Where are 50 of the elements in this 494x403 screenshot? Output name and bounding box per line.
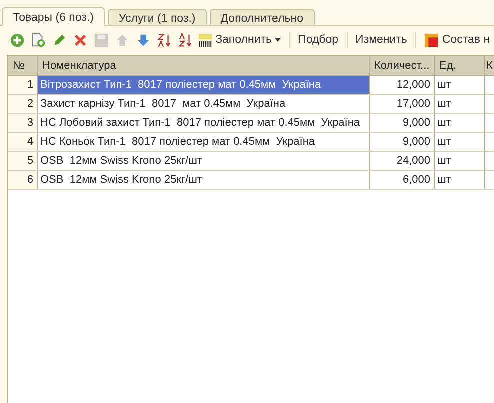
table-cell[interactable]: 24,000 xyxy=(369,152,434,170)
row-number: 3 xyxy=(8,114,37,132)
tab[interactable]: Дополнительно xyxy=(210,9,315,25)
tab[interactable]: Товары (6 поз.) xyxy=(2,7,105,26)
column-header[interactable]: К xyxy=(484,56,494,76)
table-cell[interactable]: НС Коньок Тип-1 8017 поліестер мат 0.45мм Україна xyxy=(37,132,369,152)
column-header[interactable]: № xyxy=(8,56,37,76)
table-cell[interactable]: шт xyxy=(434,170,484,190)
add-document-icon xyxy=(30,32,46,48)
table-cell[interactable]: шт xyxy=(434,152,484,170)
toolbar-button[interactable] xyxy=(30,32,47,48)
row-number: 6 xyxy=(8,170,37,190)
table-cell[interactable]: шт xyxy=(434,114,484,132)
column-header[interactable]: Ед. xyxy=(434,56,484,76)
table-cell[interactable]: шт xyxy=(434,76,484,94)
sort-descending-icon xyxy=(178,32,193,48)
fill-button[interactable]: Заполнить xyxy=(198,31,286,49)
table-cell[interactable]: 17,000 xyxy=(369,94,434,114)
toolbar-button[interactable] xyxy=(9,32,26,48)
table-cell[interactable]: шт xyxy=(434,94,484,114)
toolbar-button[interactable] xyxy=(156,32,173,48)
row-number: 1 xyxy=(8,76,37,94)
column-header[interactable]: Количест... xyxy=(369,56,434,76)
add-icon xyxy=(10,32,25,48)
floppy-icon xyxy=(94,32,109,48)
barcode-icon xyxy=(198,32,213,48)
up-arrow-icon xyxy=(114,32,130,48)
table-cell[interactable]: OSB 12мм Swiss Krono 25кг/шт xyxy=(37,170,369,190)
delete-icon xyxy=(72,32,88,48)
row-number: 4 xyxy=(8,132,37,152)
sort-ascending-icon xyxy=(156,32,172,48)
down-arrow-icon xyxy=(136,32,151,48)
row-number: 2 xyxy=(8,94,37,114)
table-cell[interactable]: Вітрозахист Тип-1 8017 поліестер мат 0.45мм Україна xyxy=(37,76,369,94)
toolbar-button[interactable] xyxy=(176,32,194,48)
composition-button[interactable]: Состав н xyxy=(420,31,494,49)
tab[interactable]: Услуги (1 поз.) xyxy=(108,9,207,25)
row-number: 5 xyxy=(8,152,37,170)
column-header[interactable]: Номенклатура xyxy=(37,56,369,76)
table-cell[interactable]: 9,000 xyxy=(369,114,434,132)
table-cell[interactable]: шт xyxy=(434,132,484,152)
table-cell[interactable]: 6,000 xyxy=(369,170,434,190)
toolbar-button[interactable]: Подбор xyxy=(294,31,343,49)
table-cell[interactable]: 9,000 xyxy=(369,132,434,152)
table-cell[interactable]: НС Лобовий захист Тип-1 8017 поліестер мат 0.45мм Україна xyxy=(37,114,369,132)
toolbar-button[interactable]: Изменить xyxy=(352,31,412,49)
table-cell[interactable]: OSB 12мм Swiss Krono 25кг/шт xyxy=(37,152,369,170)
table-cell[interactable]: 12,000 xyxy=(369,76,434,94)
table-cell[interactable]: Захист карнізу Тип-1 8017 мат 0.45мм Україна xyxy=(37,94,369,114)
cube-icon xyxy=(424,32,440,48)
